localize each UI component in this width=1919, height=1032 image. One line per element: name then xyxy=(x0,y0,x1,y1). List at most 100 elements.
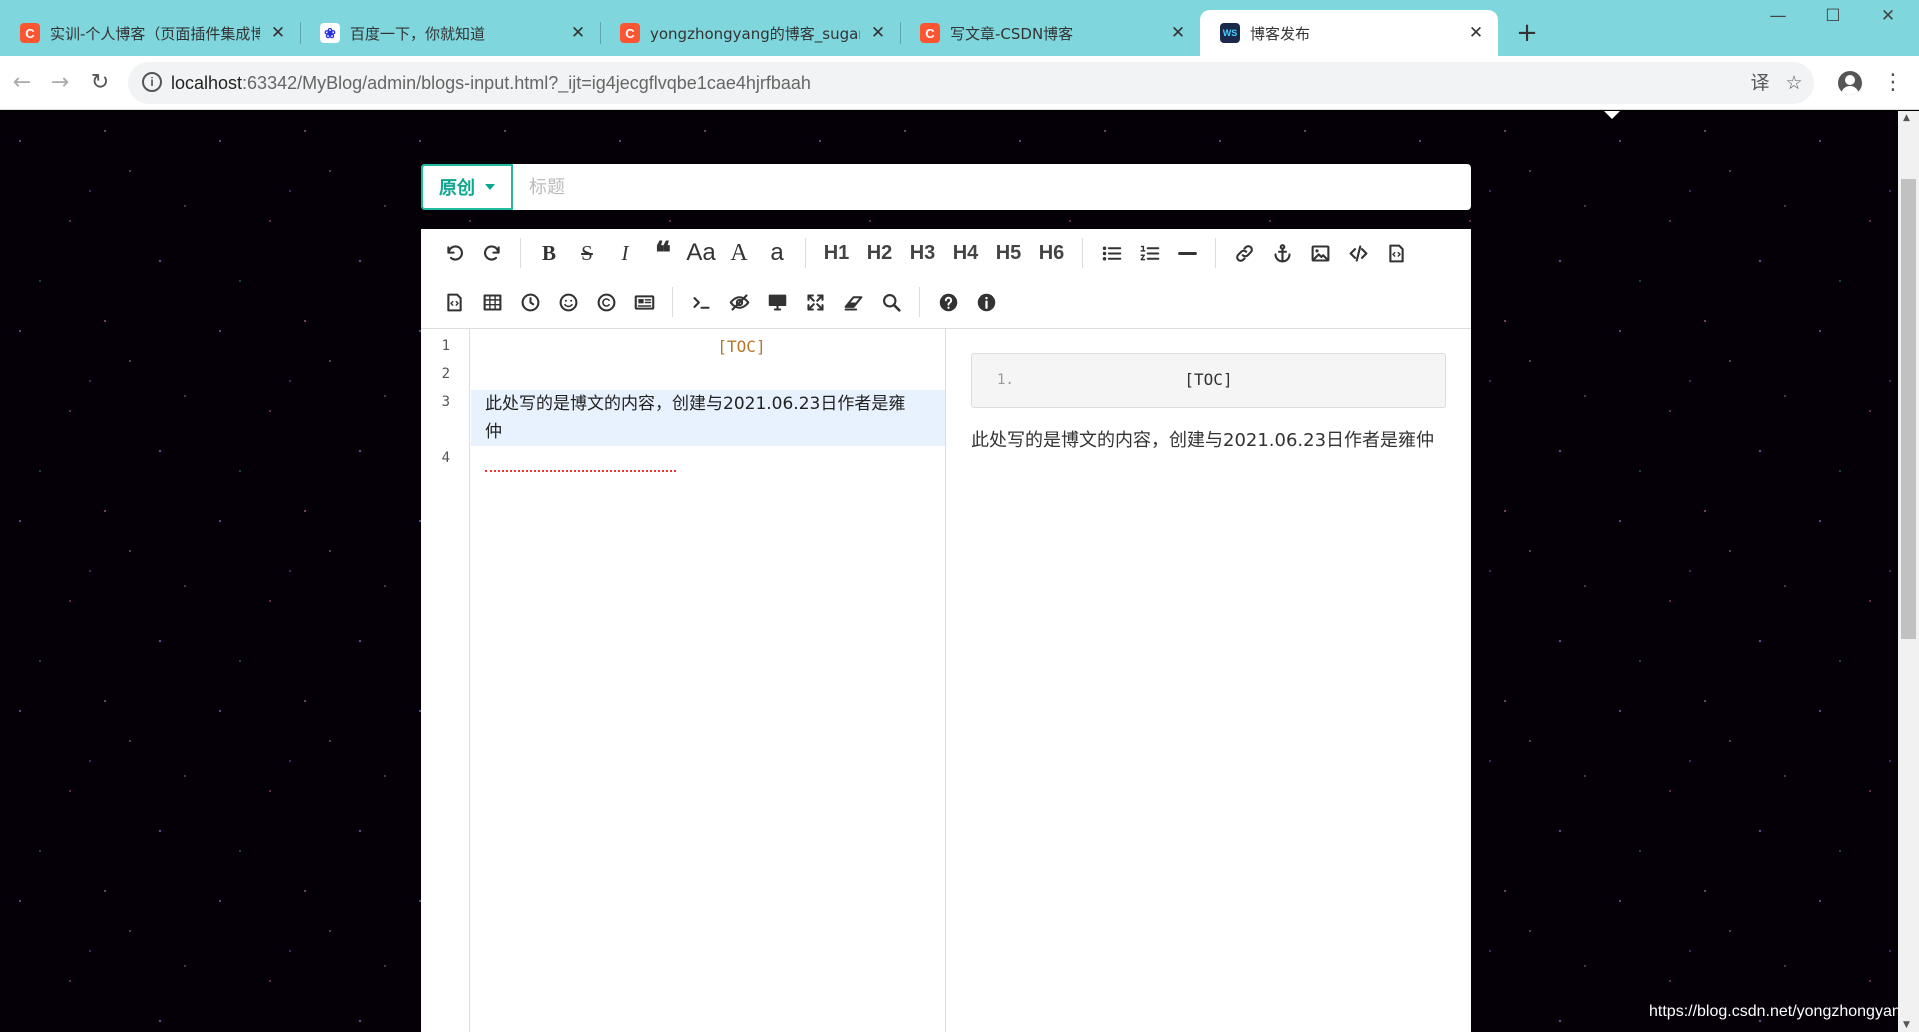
h6-button[interactable]: H6 xyxy=(1030,234,1073,272)
editor-toolbar: B S I ❝ Aa A a H1 H2 H3 H4 H5 H6 xyxy=(421,229,1471,329)
csdn-icon: C xyxy=(20,23,40,43)
search-icon[interactable] xyxy=(872,283,910,321)
link-icon[interactable] xyxy=(1225,234,1263,272)
back-icon[interactable]: ← xyxy=(4,65,40,101)
type-label: 原创 xyxy=(439,178,475,199)
scrollbar-thumb[interactable] xyxy=(1901,179,1916,639)
maximize-icon[interactable]: ☐ xyxy=(1813,6,1853,32)
preview-pane: 1. [TOC] 此处写的是博文的内容，创建与2021.06.23日作者是雍仲 xyxy=(946,329,1471,1032)
tab-2[interactable]: ❀ 百度一下，你就知道 ✕ xyxy=(300,10,600,56)
editor-body: 1 2 3 4 [TOC] 此处写的是博文的内容，创建与2021.06.23日作… xyxy=(421,329,1471,1032)
line-number: 2 xyxy=(441,366,450,382)
quote-icon[interactable]: ❝ xyxy=(644,234,682,272)
list-ul-icon[interactable] xyxy=(1092,234,1130,272)
tab-4[interactable]: C 写文章-CSDN博客 ✕ xyxy=(900,10,1200,56)
code-line: [TOC] xyxy=(717,337,766,356)
emoji-icon[interactable] xyxy=(549,283,587,321)
info-circle-icon[interactable] xyxy=(967,283,1005,321)
toolbar-row-1: B S I ❝ Aa A a H1 H2 H3 H4 H5 H6 xyxy=(435,234,1415,272)
url-text[interactable]: localhost:63342/MyBlog/admin/blogs-input… xyxy=(171,73,811,94)
bold-icon[interactable]: B xyxy=(530,234,568,272)
title-row: 原创 xyxy=(421,164,1471,210)
forward-icon[interactable]: → xyxy=(42,65,78,101)
markdown-editor: B S I ❝ Aa A a H1 H2 H3 H4 H5 H6 1 2 3 4… xyxy=(421,229,1471,1032)
eye-slash-icon[interactable] xyxy=(720,283,758,321)
italic-icon[interactable]: I xyxy=(606,234,644,272)
close-icon[interactable]: ✕ xyxy=(1466,23,1486,43)
address-bar[interactable]: i localhost:63342/MyBlog/admin/blogs-inp… xyxy=(128,62,1814,104)
new-tab-button[interactable]: + xyxy=(1512,18,1542,48)
close-icon[interactable]: ✕ xyxy=(868,23,888,43)
code-line-text: 此处写的是博文的内容，创建与2021.06.23日作者是雍 xyxy=(485,394,906,414)
webstorm-icon: WS xyxy=(1220,23,1240,43)
preview-code-text: [TOC] xyxy=(1184,370,1233,389)
csdn-icon: C xyxy=(920,23,940,43)
minimize-icon[interactable]: — xyxy=(1758,6,1798,32)
clock-icon[interactable] xyxy=(511,283,549,321)
watermark: https://blog.csdn.net/yongzhongyan xyxy=(1649,1003,1901,1020)
reload-icon[interactable]: ↻ xyxy=(82,65,118,101)
type-dropdown[interactable]: 原创 xyxy=(421,164,513,210)
h5-button[interactable]: H5 xyxy=(987,234,1030,272)
h3-button[interactable]: H3 xyxy=(901,234,944,272)
newspaper-icon[interactable] xyxy=(625,283,663,321)
tab-title: 博客发布 xyxy=(1250,24,1311,43)
eraser-icon[interactable] xyxy=(834,283,872,321)
uppercase-icon[interactable]: Aa xyxy=(682,234,720,272)
lower-case-icon[interactable]: a xyxy=(758,234,796,272)
copyright-icon[interactable] xyxy=(587,283,625,321)
line-number: 1 xyxy=(441,338,450,354)
close-window-icon[interactable]: ✕ xyxy=(1868,6,1908,32)
page-scrollbar[interactable]: ▲ ▼ xyxy=(1898,111,1919,1032)
fullscreen-icon[interactable] xyxy=(796,283,834,321)
translate-icon[interactable]: 译 xyxy=(1748,71,1772,95)
close-icon[interactable]: ✕ xyxy=(268,23,288,43)
h4-button[interactable]: H4 xyxy=(944,234,987,272)
caret-down-icon xyxy=(485,184,495,190)
toolbar-row-2 xyxy=(435,283,1005,321)
title-input[interactable] xyxy=(513,164,1471,210)
menu-icon[interactable]: ⋮ xyxy=(1882,68,1904,98)
tab-title: yongzhongyang的博客_sugar-l xyxy=(650,24,860,43)
h1-button[interactable]: H1 xyxy=(815,234,858,272)
line-number: 4 xyxy=(441,450,450,466)
help-icon[interactable] xyxy=(929,283,967,321)
code-block-icon[interactable] xyxy=(1377,234,1415,272)
csdn-icon: C xyxy=(620,23,640,43)
code-line-text: 仲 xyxy=(485,422,502,442)
image-icon[interactable] xyxy=(1301,234,1339,272)
close-icon[interactable]: ✕ xyxy=(1168,23,1188,43)
code-icon[interactable] xyxy=(1339,234,1377,272)
tab-3[interactable]: C yongzhongyang的博客_sugar-l ✕ xyxy=(600,10,900,56)
code-line-active: 此处写的是博文的内容，创建与2021.06.23日作者是雍 仲 xyxy=(471,390,945,446)
browser-toolbar: ← → ↻ i localhost:63342/MyBlog/admin/blo… xyxy=(0,56,1919,110)
table-icon[interactable] xyxy=(473,283,511,321)
preview-code-block: 1. [TOC] xyxy=(971,353,1446,408)
list-ol-icon[interactable] xyxy=(1130,234,1168,272)
star-icon[interactable]: ☆ xyxy=(1782,71,1806,95)
spellcheck-underline xyxy=(485,468,676,472)
desktop-icon[interactable] xyxy=(758,283,796,321)
tab-title: 实训-个人博客（页面插件集成博 xyxy=(50,24,260,43)
line-number: 3 xyxy=(441,394,450,410)
tab-strip: C 实训-个人博客（页面插件集成博 ✕ ❀ 百度一下，你就知道 ✕ C yong… xyxy=(0,0,1919,56)
tab-title: 写文章-CSDN博客 xyxy=(950,24,1074,43)
strikethrough-icon[interactable]: S xyxy=(568,234,606,272)
horizontal-rule-icon[interactable] xyxy=(1168,234,1206,272)
baidu-icon: ❀ xyxy=(320,23,340,43)
tab-title: 百度一下，你就知道 xyxy=(350,24,486,43)
undo-icon[interactable] xyxy=(435,234,473,272)
preview-paragraph: 此处写的是博文的内容，创建与2021.06.23日作者是雍仲 xyxy=(971,430,1435,451)
terminal-icon[interactable] xyxy=(682,283,720,321)
info-icon[interactable]: i xyxy=(142,72,162,92)
avatar-icon[interactable] xyxy=(1838,71,1862,95)
upper-case-icon[interactable]: A xyxy=(720,234,758,272)
close-icon[interactable]: ✕ xyxy=(568,23,588,43)
h2-button[interactable]: H2 xyxy=(858,234,901,272)
tab-5-active[interactable]: WS 博客发布 ✕ xyxy=(1200,10,1498,56)
line-number-gutter: 1 2 3 4 xyxy=(421,329,470,1032)
tab-1[interactable]: C 实训-个人博客（页面插件集成博 ✕ xyxy=(0,10,300,56)
anchor-icon[interactable] xyxy=(1263,234,1301,272)
redo-icon[interactable] xyxy=(473,234,511,272)
code-file-icon[interactable] xyxy=(435,283,473,321)
